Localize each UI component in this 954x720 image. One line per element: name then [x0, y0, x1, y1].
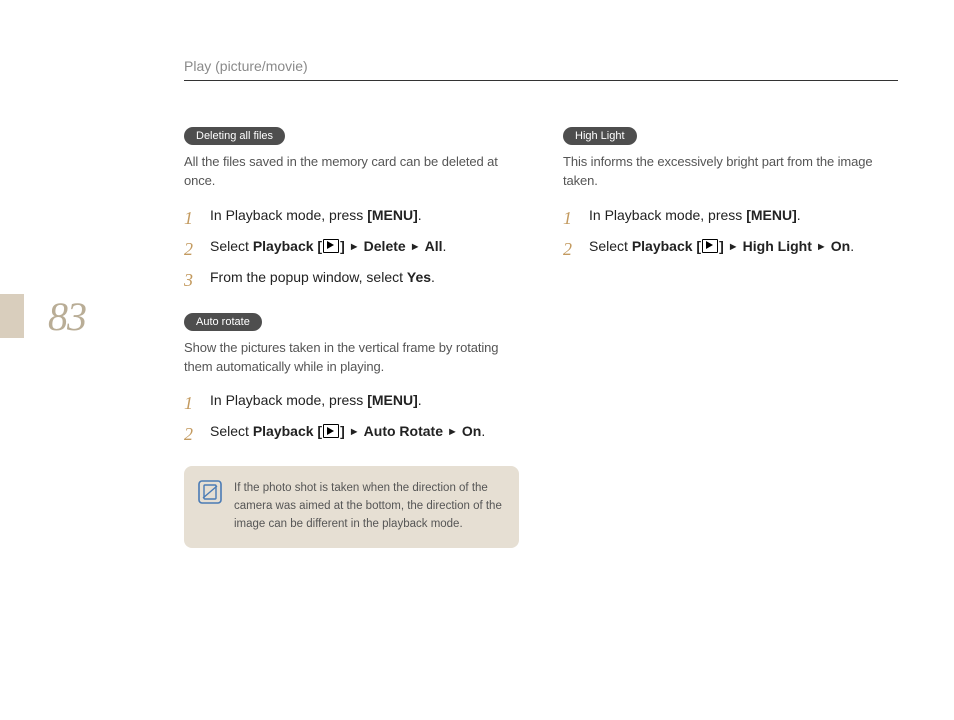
- steps-auto-rotate: In Playback mode, press [MENU]. Select P…: [184, 390, 519, 442]
- desc-deleting-all-files: All the files saved in the memory card c…: [184, 153, 519, 191]
- step-item: Select Playback []►High Light►On.: [563, 236, 898, 257]
- right-column: High Light This informs the excessively …: [563, 126, 898, 570]
- pill-deleting-all-files: Deleting all files: [184, 127, 285, 145]
- playback-label: Playback: [632, 238, 693, 254]
- section-auto-rotate: Auto rotate Show the pictures taken in t…: [184, 312, 519, 548]
- arrow-icon: ►: [349, 239, 360, 256]
- arrow-icon: ►: [728, 239, 739, 256]
- playback-label: Playback: [253, 423, 314, 439]
- section-deleting-all-files: Deleting all files All the files saved i…: [184, 126, 519, 288]
- yes-label: Yes: [407, 269, 431, 285]
- arrow-icon: ►: [447, 424, 458, 441]
- page: Play (picture/movie) 83 Deleting all fil…: [0, 0, 954, 720]
- menu-label: [MENU]: [746, 207, 797, 223]
- step-item: Select Playback []►Auto Rotate►On.: [184, 421, 519, 442]
- all-label: All: [425, 238, 443, 254]
- menu-label: [MENU]: [367, 392, 418, 408]
- pill-auto-rotate: Auto rotate: [184, 313, 262, 331]
- breadcrumb: Play (picture/movie): [184, 58, 308, 74]
- content-area: Deleting all files All the files saved i…: [184, 126, 898, 570]
- page-number: 83: [48, 293, 86, 340]
- step-text: In Playback mode, press: [210, 207, 367, 223]
- delete-label: Delete: [364, 238, 406, 254]
- step-item: In Playback mode, press [MENU].: [184, 205, 519, 226]
- note-icon: [198, 480, 222, 509]
- left-column: Deleting all files All the files saved i…: [184, 126, 519, 570]
- step-item: From the popup window, select Yes.: [184, 267, 519, 288]
- play-icon: [323, 239, 339, 253]
- play-icon: [702, 239, 718, 253]
- desc-auto-rotate: Show the pictures taken in the vertical …: [184, 339, 519, 377]
- step-item: In Playback mode, press [MENU].: [563, 205, 898, 226]
- play-icon: [323, 424, 339, 438]
- playback-label: Playback: [253, 238, 314, 254]
- step-text: Select: [210, 423, 253, 439]
- menu-label: [MENU]: [367, 207, 418, 223]
- step-text: Select: [210, 238, 253, 254]
- section-high-light: High Light This informs the excessively …: [563, 126, 898, 257]
- desc-high-light: This informs the excessively bright part…: [563, 153, 898, 191]
- arrow-icon: ►: [816, 239, 827, 256]
- high-light-label: High Light: [743, 238, 812, 254]
- step-text: From the popup window, select: [210, 269, 407, 285]
- step-text: Select: [589, 238, 632, 254]
- step-item: Select Playback []►Delete►All.: [184, 236, 519, 257]
- page-header: Play (picture/movie): [184, 58, 898, 81]
- steps-high-light: In Playback mode, press [MENU]. Select P…: [563, 205, 898, 257]
- step-text: In Playback mode, press: [589, 207, 746, 223]
- note-text: If the photo shot is taken when the dire…: [234, 480, 503, 533]
- page-number-block: 83: [0, 294, 118, 338]
- step-item: In Playback mode, press [MENU].: [184, 390, 519, 411]
- arrow-icon: ►: [349, 424, 360, 441]
- auto-rotate-label: Auto Rotate: [364, 423, 443, 439]
- steps-deleting-all-files: In Playback mode, press [MENU]. Select P…: [184, 205, 519, 288]
- step-text: In Playback mode, press: [210, 392, 367, 408]
- pill-high-light: High Light: [563, 127, 637, 145]
- arrow-icon: ►: [410, 239, 421, 256]
- on-label: On: [831, 238, 850, 254]
- note-box: If the photo shot is taken when the dire…: [184, 466, 519, 547]
- page-number-tab: [0, 294, 24, 338]
- on-label: On: [462, 423, 481, 439]
